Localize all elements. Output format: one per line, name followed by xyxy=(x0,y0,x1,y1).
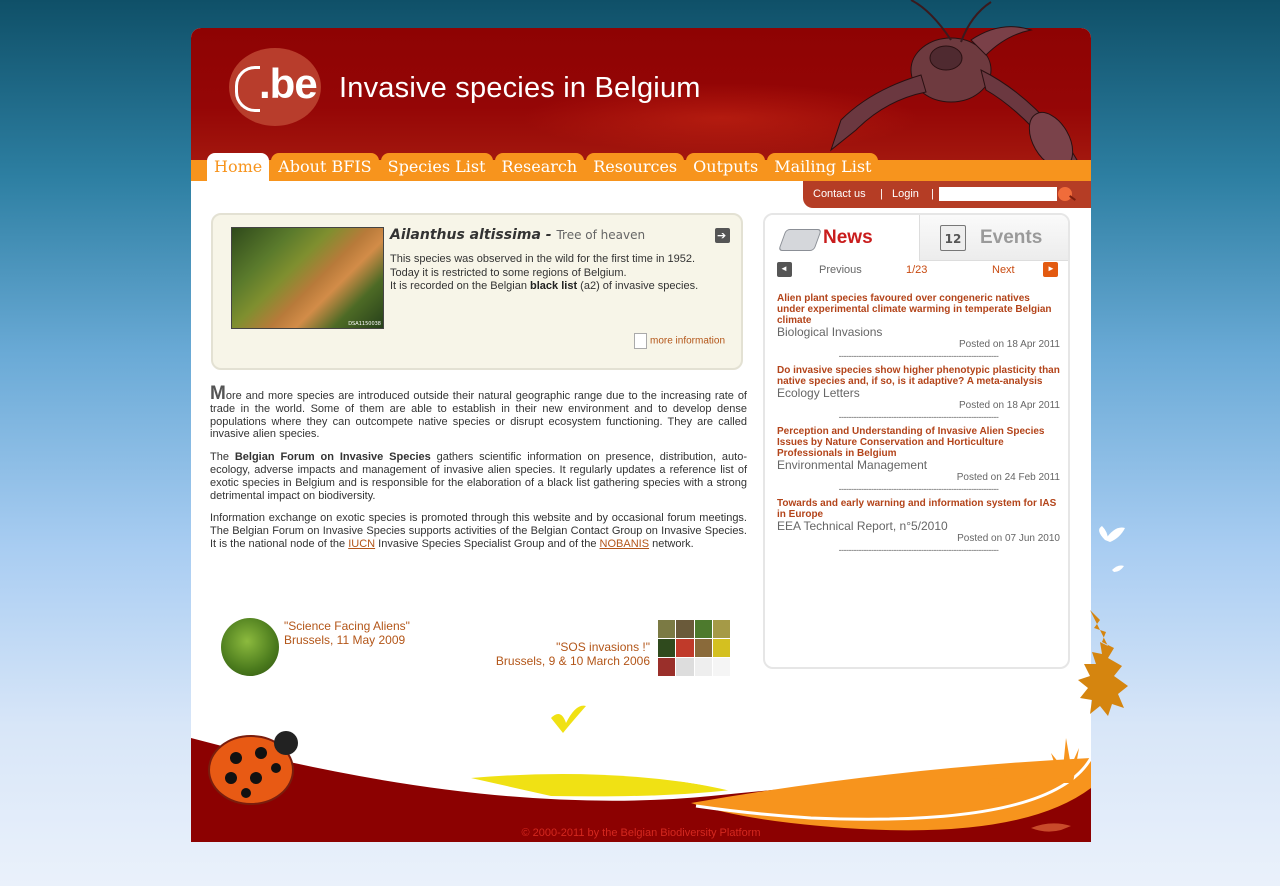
news-date: Posted on 18 Apr 2011 xyxy=(958,400,1060,411)
news-source: Biological Invasions xyxy=(777,325,883,339)
bfis-name: Belgian Forum on Invasive Species xyxy=(234,451,431,464)
site-logo[interactable]: .be xyxy=(229,48,321,126)
promo-sos-invasions[interactable]: "SOS invasions !" Brussels, 9 & 10 March… xyxy=(431,640,650,668)
drop-cap: M xyxy=(210,383,226,404)
tab-events-label: Events xyxy=(980,227,1043,248)
news-item: Alien plant species favoured over congen… xyxy=(777,293,1060,361)
intro-paragraph: More and more species are introduced out… xyxy=(210,383,747,441)
nobanis-link[interactable]: NOBANIS xyxy=(600,538,650,550)
bird-icon xyxy=(551,705,586,733)
news-separator: ----------------------------------------… xyxy=(838,545,999,555)
more-information-link[interactable]: more information xyxy=(634,333,725,349)
news-panel: News 12 Events Previous 1/23 Next Alien … xyxy=(763,213,1070,669)
species-line: It is recorded on the Belgian black list… xyxy=(390,280,699,292)
science-facing-aliens-image[interactable] xyxy=(221,618,279,676)
species-description: This species was observed in the wild fo… xyxy=(390,253,720,294)
utility-separator: | xyxy=(880,188,883,200)
promo-subtitle: Brussels, 11 May 2009 xyxy=(284,633,406,647)
tab-outputs[interactable]: Outputs xyxy=(686,153,766,181)
login-link[interactable]: Login xyxy=(892,188,919,200)
promo-subtitle: Brussels, 9 & 10 March 2006 xyxy=(495,654,650,668)
site-footer: © 2000-2011 by the Belgian Biodiversity … xyxy=(191,678,1091,842)
news-title-link[interactable]: Perception and Understanding of Invasive… xyxy=(777,426,1060,459)
species-line: Today it is restricted to some regions o… xyxy=(390,266,627,279)
news-date: Posted on 07 Jun 2010 xyxy=(957,533,1060,544)
site-title: Invasive species in Belgium xyxy=(339,72,701,104)
copyright-text: © 2000-2011 by the Belgian Biodiversity … xyxy=(521,827,761,839)
intro-paragraph: Information exchange on exotic species i… xyxy=(210,512,747,550)
newspaper-icon xyxy=(777,229,823,251)
previous-arrow-icon[interactable] xyxy=(777,262,792,277)
news-item: Towards and early warning and informatio… xyxy=(777,498,1060,555)
news-separator: ----------------------------------------… xyxy=(838,484,999,494)
page-container: .be Invasive species in Belgium Home Abo… xyxy=(191,0,1091,842)
black-list-text: black list xyxy=(530,280,578,292)
logo-leaf-icon xyxy=(235,66,260,112)
title-dash: - xyxy=(540,227,557,243)
scientific-name: Ailanthus altissima xyxy=(390,227,541,243)
tab-news[interactable]: News xyxy=(765,215,919,260)
calendar-icon: 12 xyxy=(940,225,966,251)
intro-paragraph: The Belgian Forum on Invasive Species ga… xyxy=(210,451,748,502)
page-count: 1/23 xyxy=(906,264,928,276)
intro-text: More and more species are introduced out… xyxy=(210,383,748,561)
next-species-arrow-icon[interactable] xyxy=(715,228,730,243)
promo-title: "SOS invasions !" xyxy=(556,640,650,654)
logo-text: .be xyxy=(259,60,318,107)
previous-link[interactable]: Previous xyxy=(819,264,862,276)
news-item: Do invasive species show higher phenotyp… xyxy=(777,365,1060,422)
news-title-link[interactable]: Alien plant species favoured over congen… xyxy=(777,293,1060,326)
leaves-decoration xyxy=(1078,526,1128,716)
promo-title: "Science Facing Aliens" xyxy=(284,619,410,633)
news-tabs: News 12 Events xyxy=(765,215,1068,261)
news-separator: ----------------------------------------… xyxy=(838,412,999,422)
tab-research[interactable]: Research xyxy=(494,153,585,181)
tab-resources[interactable]: Resources xyxy=(586,153,685,181)
news-item: Perception and Understanding of Invasive… xyxy=(777,426,1060,494)
news-title-link[interactable]: Towards and early warning and informatio… xyxy=(777,498,1060,520)
tab-home[interactable]: Home xyxy=(207,153,270,181)
species-photo[interactable]: DSA1150038 xyxy=(231,227,384,329)
main-nav: Home About BFIS Species List Research Re… xyxy=(207,153,879,181)
tab-species-list[interactable]: Species List xyxy=(380,153,493,181)
news-separator: ----------------------------------------… xyxy=(838,351,999,361)
news-list: Alien plant species favoured over congen… xyxy=(777,293,1060,559)
promo-science-facing-aliens[interactable]: "Science Facing Aliens" Brussels, 11 May… xyxy=(284,619,410,647)
sos-invasions-image[interactable] xyxy=(658,620,730,676)
footer-landscape xyxy=(191,705,1091,842)
news-pager: Previous 1/23 Next xyxy=(777,262,1059,280)
utility-separator: | xyxy=(931,188,934,200)
news-source: EEA Technical Report, n°5/2010 xyxy=(777,519,948,533)
tab-about-bfis[interactable]: About BFIS xyxy=(271,153,379,181)
common-name: Tree of heaven xyxy=(556,228,646,242)
search-icon[interactable] xyxy=(1058,187,1072,201)
next-arrow-icon[interactable] xyxy=(1043,262,1058,277)
species-title: Ailanthus altissima - Tree of heaven xyxy=(390,227,645,243)
search-input[interactable] xyxy=(939,187,1057,201)
news-source: Environmental Management xyxy=(777,458,928,472)
tab-mailing-list[interactable]: Mailing List xyxy=(767,153,879,181)
news-date: Posted on 18 Apr 2011 xyxy=(958,339,1060,350)
news-title-link[interactable]: Do invasive species show higher phenotyp… xyxy=(777,365,1060,387)
document-icon xyxy=(634,333,647,349)
iucn-link[interactable]: IUCN xyxy=(348,538,375,550)
news-source: Ecology Letters xyxy=(777,386,860,400)
next-link[interactable]: Next xyxy=(992,264,1015,276)
featured-species-box: DSA1150038 Ailanthus altissima - Tree of… xyxy=(211,213,743,370)
news-date: Posted on 24 Feb 2011 xyxy=(956,472,1060,483)
utility-bar: Contact us | Login | xyxy=(803,181,1091,208)
tab-news-label: News xyxy=(823,227,873,248)
contact-us-link[interactable]: Contact us xyxy=(813,188,866,200)
tab-events[interactable]: 12 Events xyxy=(919,215,1068,261)
species-line: This species was observed in the wild fo… xyxy=(390,253,696,265)
photo-tag: DSA1150038 xyxy=(348,321,381,327)
